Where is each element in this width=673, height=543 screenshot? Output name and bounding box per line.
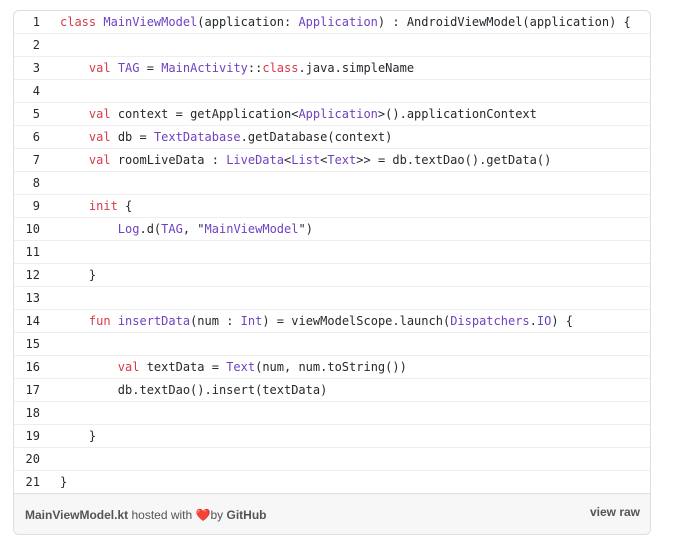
- by-text: by: [210, 508, 227, 522]
- line-number: 1: [32, 15, 40, 29]
- code-line: 4: [14, 80, 650, 103]
- code-line: 20: [14, 448, 650, 471]
- code-line: 16 val textData = Text(num, num.toString…: [14, 356, 650, 379]
- code-text: fun insertData(num : Int) = viewModelSco…: [88, 314, 574, 328]
- code-text: val TAG = MainActivity::class.java.simpl…: [88, 61, 415, 75]
- line-number: 7: [32, 153, 40, 167]
- line-number: 14: [25, 314, 40, 328]
- code-line: 11: [14, 241, 650, 264]
- line-number: 2: [32, 38, 40, 52]
- line-number: 20: [25, 452, 40, 466]
- code-text: }: [60, 429, 97, 443]
- code-text: val db = TextDatabase.getDatabase(contex…: [88, 130, 393, 144]
- line-number: 9: [32, 199, 40, 213]
- line-number: 15: [25, 337, 40, 351]
- code-line: 1 class MainViewModel(application: Applic…: [14, 11, 650, 34]
- code-line: 8: [14, 172, 650, 195]
- code-line: 18: [14, 402, 650, 425]
- code-line: 6 val db = TextDatabase.getDatabase(cont…: [14, 126, 650, 149]
- line-number: 11: [25, 245, 40, 259]
- code-line: 14 fun insertData(num : Int) = viewModel…: [14, 310, 650, 333]
- line-number: 19: [25, 429, 40, 443]
- code-line: 13: [14, 287, 650, 310]
- line-number: 21: [25, 475, 40, 489]
- view-raw-link[interactable]: view raw: [590, 505, 640, 519]
- code-line: 10 Log.d(TAG, "MainViewModel"): [14, 218, 650, 241]
- line-number: 3: [32, 61, 40, 75]
- code-text: }: [60, 475, 68, 489]
- hosted-with-text: hosted with: [128, 508, 196, 522]
- line-number: 10: [25, 222, 40, 236]
- code-line: 3 val TAG = MainActivity::class.java.sim…: [14, 57, 650, 80]
- code-line: 21}: [14, 471, 650, 494]
- filename-link[interactable]: MainViewModel.kt: [25, 508, 128, 522]
- gist-footer: MainViewModel.kt hosted with ❤️by GitHub…: [14, 493, 650, 534]
- code-text: val context = getApplication<Application…: [88, 107, 537, 121]
- code-line: 12 }: [14, 264, 650, 287]
- code-text: Log.d(TAG, "MainViewModel"): [117, 222, 313, 236]
- code-text: val roomLiveData : LiveData<List<Text>> …: [88, 153, 552, 167]
- code-line: 5 val context = getApplication<Applicati…: [14, 103, 650, 126]
- code-line: 2: [14, 34, 650, 57]
- heart-icon: ❤️: [195, 508, 211, 522]
- code-line: 7 val roomLiveData : LiveData<List<Text>…: [14, 149, 650, 172]
- code-text: val textData = Text(num, num.toString()): [117, 360, 407, 374]
- code-text: }: [60, 268, 97, 282]
- code-line: 19 }: [14, 425, 650, 448]
- line-number: 8: [32, 176, 40, 190]
- code-text: db.textDao().insert(textData): [60, 383, 328, 397]
- code-text: init {: [88, 199, 133, 213]
- github-link[interactable]: GitHub: [226, 508, 266, 522]
- code-line: 9 init {: [14, 195, 650, 218]
- code-block: 1 class MainViewModel(application: Applic…: [14, 11, 650, 494]
- line-number: 16: [25, 360, 40, 374]
- line-number: 13: [25, 291, 40, 305]
- line-number: 12: [25, 268, 40, 282]
- line-number: 17: [25, 383, 40, 397]
- code-line: 15: [14, 333, 650, 356]
- gist-meta: MainViewModel.kt hosted with ❤️by GitHub: [25, 508, 266, 522]
- line-number: 4: [32, 84, 40, 98]
- code-line: 17 db.textDao().insert(textData): [14, 379, 650, 402]
- line-number: 18: [25, 406, 40, 420]
- line-number: 5: [32, 107, 40, 121]
- line-number: 6: [32, 130, 40, 144]
- code-text: class MainViewModel(application: Applica…: [60, 15, 631, 29]
- gist-embed: 1 class MainViewModel(application: Applic…: [13, 10, 651, 535]
